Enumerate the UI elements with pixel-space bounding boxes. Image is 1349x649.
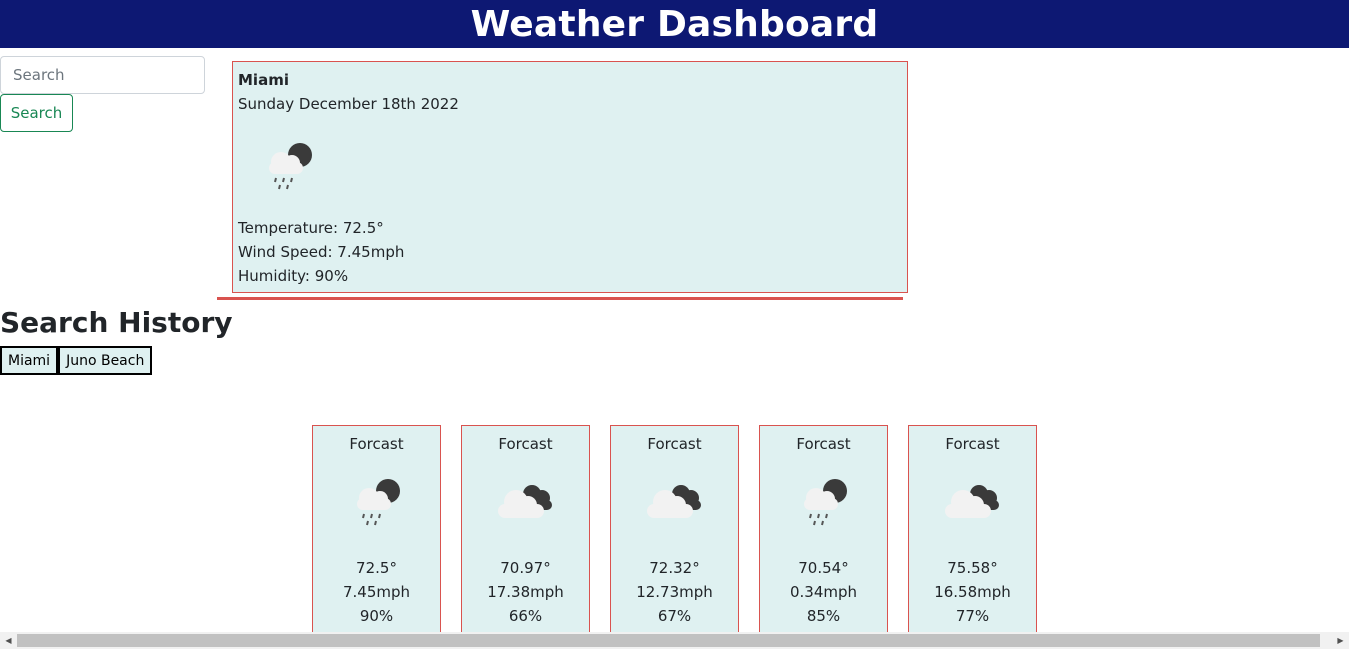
current-humidity: Humidity: 90% (238, 267, 349, 285)
search-history-list: Miami Juno Beach (0, 346, 153, 375)
forecast-card-5: Forcast 75.58° 16.58mph 77% (908, 425, 1037, 640)
search-history-title: Search History (0, 306, 233, 339)
scroll-left-icon[interactable]: ◀ (0, 632, 17, 649)
forecast-card-2: Forcast 70.97° 17.38mph 66% (461, 425, 590, 640)
history-item-juno-beach[interactable]: Juno Beach (58, 346, 153, 375)
scrollbar-thumb[interactable] (17, 634, 1320, 647)
search-input[interactable] (0, 56, 205, 94)
forecast-temp: 75.58° (947, 559, 998, 577)
current-date: Sunday December 18th 2022 (238, 95, 459, 113)
forecast-temp: 70.97° (500, 559, 551, 577)
current-weather-card: Miami Sunday December 18th 2022 Temperat… (232, 61, 908, 293)
scroll-right-icon[interactable]: ▶ (1332, 632, 1349, 649)
forecast-wind: 12.73mph (636, 583, 713, 601)
forecast-temp: 72.32° (649, 559, 700, 577)
forecast-wind: 17.38mph (487, 583, 564, 601)
cloudy-night-icon (941, 476, 1005, 532)
forecast-title: Forcast (796, 435, 851, 453)
forecast-title: Forcast (647, 435, 702, 453)
forecast-wind: 16.58mph (934, 583, 1011, 601)
forecast-card-4: Forcast 70.54° 0.34mph 85% (759, 425, 888, 640)
divider (217, 297, 903, 300)
horizontal-scrollbar[interactable]: ◀ ▶ (0, 632, 1349, 649)
forecast-humidity: 90% (359, 607, 394, 625)
history-item-miami[interactable]: Miami (0, 346, 59, 375)
forecast-title: Forcast (498, 435, 553, 453)
cloudy-night-icon (494, 476, 558, 532)
forecast-title: Forcast (945, 435, 1000, 453)
current-temperature: Temperature: 72.5° (238, 219, 384, 237)
forecast-card-3: Forcast 72.32° 12.73mph 67% (610, 425, 739, 640)
rain-cloud-night-icon (257, 136, 317, 196)
current-city: Miami (238, 71, 289, 89)
forecast-temp: 70.54° (798, 559, 849, 577)
forecast-humidity: 85% (806, 607, 841, 625)
rain-cloud-night-icon (792, 476, 856, 532)
forecast-title: Forcast (349, 435, 404, 453)
cloudy-night-icon (643, 476, 707, 532)
forecast-humidity: 77% (955, 607, 990, 625)
forecast-humidity: 66% (508, 607, 543, 625)
forecast-wind: 7.45mph (342, 583, 411, 601)
rain-cloud-night-icon (345, 476, 409, 532)
forecast-humidity: 67% (657, 607, 692, 625)
forecast-card-1: Forcast 72.5° 7.45mph 90% (312, 425, 441, 640)
search-button[interactable]: Search (0, 94, 73, 132)
forecast-wind: 0.34mph (789, 583, 858, 601)
current-wind-speed: Wind Speed: 7.45mph (238, 243, 405, 261)
page-title: Weather Dashboard (470, 3, 879, 45)
forecast-temp: 72.5° (356, 559, 397, 577)
page-header: Weather Dashboard (0, 0, 1349, 48)
